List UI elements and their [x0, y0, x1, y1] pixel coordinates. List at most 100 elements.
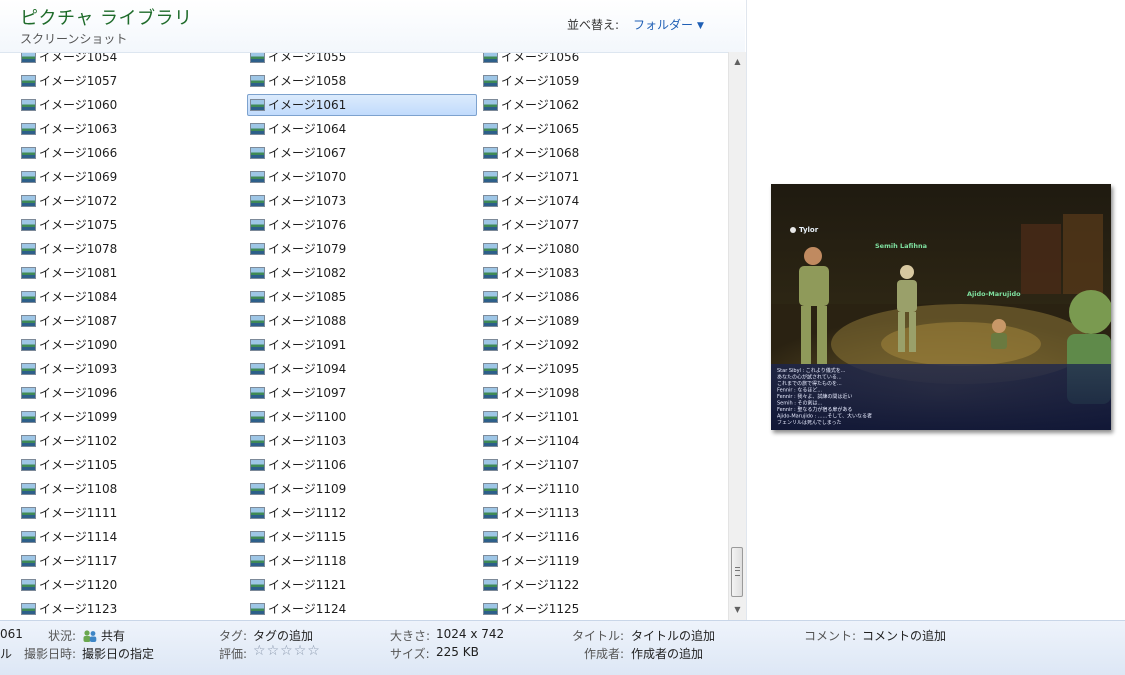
comment-field[interactable]: コメントの追加: [862, 627, 946, 644]
file-item[interactable]: イメージ1093: [18, 358, 248, 380]
file-item[interactable]: イメージ1117: [18, 550, 248, 572]
file-item[interactable]: イメージ1090: [18, 334, 248, 356]
title-field[interactable]: タイトルの追加: [631, 627, 715, 644]
file-item[interactable]: イメージ1080: [480, 238, 710, 260]
image-file-icon: [250, 123, 265, 135]
vertical-scrollbar[interactable]: ▲ ▼: [728, 52, 746, 620]
file-item[interactable]: イメージ1104: [480, 430, 710, 452]
file-item[interactable]: イメージ1086: [480, 286, 710, 308]
star-icon[interactable]: ☆: [267, 643, 281, 659]
file-item[interactable]: イメージ1075: [18, 214, 248, 236]
file-item[interactable]: イメージ1059: [480, 70, 710, 92]
file-item[interactable]: イメージ1115: [247, 526, 477, 548]
file-row: イメージ1084 イメージ1085 イメージ1086: [0, 285, 728, 309]
file-item[interactable]: イメージ1069: [18, 166, 248, 188]
file-item[interactable]: イメージ1073: [247, 190, 477, 212]
file-item[interactable]: イメージ1076: [247, 214, 477, 236]
file-item[interactable]: イメージ1088: [247, 310, 477, 332]
file-item[interactable]: イメージ1114: [18, 526, 248, 548]
file-item[interactable]: イメージ1082: [247, 262, 477, 284]
file-item[interactable]: イメージ1078: [18, 238, 248, 260]
file-item[interactable]: イメージ1116: [480, 526, 710, 548]
file-item[interactable]: イメージ1060: [18, 94, 248, 116]
image-file-icon: [483, 195, 498, 207]
file-item[interactable]: イメージ1105: [18, 454, 248, 476]
file-name: イメージ1076: [268, 218, 347, 232]
file-item[interactable]: イメージ1110: [480, 478, 710, 500]
file-item[interactable]: イメージ1112: [247, 502, 477, 524]
file-item[interactable]: イメージ1070: [247, 166, 477, 188]
file-item[interactable]: イメージ1118: [247, 550, 477, 572]
file-item[interactable]: イメージ1096: [18, 382, 248, 404]
file-item[interactable]: イメージ1058: [247, 70, 477, 92]
file-item[interactable]: イメージ1121: [247, 574, 477, 596]
file-list[interactable]: イメージ1054 イメージ1055 イメージ1056 イメージ1057 イメージ1058…: [0, 52, 728, 621]
image-file-icon: [250, 411, 265, 423]
sort-label: 並べ替え:: [567, 18, 620, 32]
file-item[interactable]: イメージ1063: [18, 118, 248, 140]
file-item[interactable]: イメージ1083: [480, 262, 710, 284]
file-row: イメージ1057 イメージ1058 イメージ1059: [0, 69, 728, 93]
file-item[interactable]: イメージ1119: [480, 550, 710, 572]
file-item[interactable]: イメージ1111: [18, 502, 248, 524]
file-item[interactable]: イメージ1106: [247, 454, 477, 476]
file-item[interactable]: イメージ1079: [247, 238, 477, 260]
file-row: イメージ1108 イメージ1109 イメージ1110: [0, 477, 728, 501]
file-item[interactable]: イメージ1072: [18, 190, 248, 212]
scroll-down-arrow-icon[interactable]: ▼: [729, 602, 746, 618]
file-item[interactable]: イメージ1062: [480, 94, 710, 116]
file-item[interactable]: イメージ1108: [18, 478, 248, 500]
file-item[interactable]: イメージ1056: [480, 53, 710, 68]
file-item[interactable]: イメージ1094: [247, 358, 477, 380]
file-item[interactable]: イメージ1092: [480, 334, 710, 356]
file-item[interactable]: イメージ1102: [18, 430, 248, 452]
file-item[interactable]: イメージ1064: [247, 118, 477, 140]
file-item[interactable]: イメージ1067: [247, 142, 477, 164]
file-name: イメージ1065: [501, 122, 580, 136]
file-item[interactable]: イメージ1097: [247, 382, 477, 404]
rating-stars[interactable]: ☆☆☆☆☆: [253, 643, 321, 659]
file-item[interactable]: イメージ1113: [480, 502, 710, 524]
file-item[interactable]: イメージ1057: [18, 70, 248, 92]
star-icon[interactable]: ☆: [307, 643, 321, 659]
file-item[interactable]: イメージ1087: [18, 310, 248, 332]
file-item[interactable]: イメージ1101: [480, 406, 710, 428]
file-item[interactable]: イメージ1124: [247, 598, 477, 620]
star-icon[interactable]: ☆: [280, 643, 294, 659]
file-item[interactable]: イメージ1081: [18, 262, 248, 284]
file-name: イメージ1095: [501, 362, 580, 376]
sort-dropdown[interactable]: フォルダー ▼: [633, 16, 704, 33]
date-field[interactable]: 撮影日の指定: [82, 645, 154, 662]
file-item[interactable]: イメージ1125: [480, 598, 710, 620]
file-item[interactable]: イメージ1100: [247, 406, 477, 428]
file-item[interactable]: イメージ1089: [480, 310, 710, 332]
file-item[interactable]: イメージ1065: [480, 118, 710, 140]
file-item[interactable]: イメージ1095: [480, 358, 710, 380]
file-item[interactable]: イメージ1085: [247, 286, 477, 308]
file-item[interactable]: イメージ1071: [480, 166, 710, 188]
file-item[interactable]: イメージ1120: [18, 574, 248, 596]
file-item[interactable]: イメージ1077: [480, 214, 710, 236]
file-item[interactable]: イメージ1074: [480, 190, 710, 212]
file-item[interactable]: イメージ1066: [18, 142, 248, 164]
file-item[interactable]: イメージ1068: [480, 142, 710, 164]
image-file-icon: [21, 363, 36, 375]
file-item[interactable]: イメージ1103: [247, 430, 477, 452]
file-item[interactable]: イメージ1098: [480, 382, 710, 404]
scroll-up-arrow-icon[interactable]: ▲: [729, 54, 746, 70]
file-item[interactable]: イメージ1122: [480, 574, 710, 596]
file-item[interactable]: イメージ1054: [18, 53, 248, 68]
file-item[interactable]: イメージ1061: [247, 94, 477, 116]
file-item[interactable]: イメージ1107: [480, 454, 710, 476]
file-item[interactable]: イメージ1123: [18, 598, 248, 620]
tags-field[interactable]: タグの追加: [253, 627, 313, 644]
file-item[interactable]: イメージ1099: [18, 406, 248, 428]
file-item[interactable]: イメージ1109: [247, 478, 477, 500]
star-icon[interactable]: ☆: [253, 643, 267, 659]
file-item[interactable]: イメージ1084: [18, 286, 248, 308]
file-item[interactable]: イメージ1055: [247, 53, 477, 68]
star-icon[interactable]: ☆: [294, 643, 308, 659]
scrollbar-thumb[interactable]: [731, 547, 743, 597]
author-field[interactable]: 作成者の追加: [631, 645, 703, 662]
file-item[interactable]: イメージ1091: [247, 334, 477, 356]
